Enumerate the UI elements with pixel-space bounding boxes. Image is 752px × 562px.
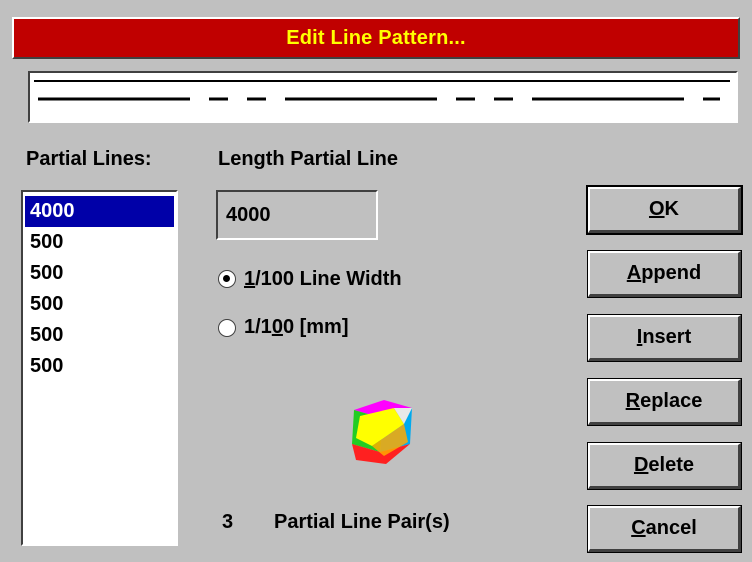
line-pattern-graphic [34, 80, 730, 101]
dialog-title: Edit Line Pattern... [286, 26, 466, 49]
radio-selected-dot [223, 275, 230, 282]
append-button[interactable]: Append [587, 250, 742, 298]
line-width-radio-label[interactable]: 1/100 Line Width [244, 268, 402, 291]
list-item[interactable]: 500 [25, 258, 174, 289]
pair-label: Partial Line Pair(s) [274, 511, 450, 533]
insert-button[interactable]: Insert [587, 314, 742, 362]
list-item[interactable]: 500 [25, 320, 174, 351]
pair-count: 3 [222, 511, 234, 533]
list-item[interactable]: 4000 [25, 196, 174, 227]
partial-lines-label: Partial Lines: [26, 148, 152, 170]
partial-lines-list[interactable]: 4000 500 500 500 500 500 [21, 190, 178, 546]
list-item[interactable]: 500 [25, 289, 174, 320]
button-label: elete [648, 454, 695, 476]
mnemonic: O [648, 198, 665, 220]
button-label: nsert [642, 326, 692, 348]
replace-button[interactable]: Replace [587, 378, 742, 426]
button-label: eplace [640, 390, 703, 412]
edit-line-pattern-dialog: Edit Line Pattern... Partial Lines: Leng… [0, 0, 752, 562]
ok-button[interactable]: OK [586, 185, 743, 235]
list-item[interactable]: 500 [25, 227, 174, 258]
mnemonic: C [631, 517, 646, 539]
cancel-button[interactable]: Cancel [587, 505, 742, 553]
line-width-radio[interactable] [218, 270, 236, 288]
mnemonic: D [633, 454, 649, 476]
label-text: 1/1 [244, 316, 272, 338]
button-label: K [664, 198, 679, 220]
label-text: /100 Line Width [255, 268, 402, 290]
mnemonic: 0 [271, 316, 283, 338]
mnemonic: 1 [244, 268, 256, 290]
title-bar: Edit Line Pattern... [12, 17, 740, 59]
length-partial-line-label: Length Partial Line [218, 148, 399, 170]
label-text: 0 [mm] [282, 316, 349, 338]
list-item[interactable]: 500 [25, 351, 174, 382]
mm-radio-label[interactable]: 1/100 [mm] [244, 316, 349, 339]
button-label: ppend [641, 262, 702, 284]
delete-button[interactable]: Delete [587, 442, 742, 490]
colorful-cube-icon [352, 400, 412, 464]
button-label: ancel [645, 517, 697, 539]
mm-radio[interactable] [218, 319, 236, 337]
line-pattern-preview [28, 71, 738, 123]
length-input[interactable]: 4000 [216, 190, 378, 240]
mnemonic: R [625, 390, 641, 412]
mnemonic: A [626, 262, 642, 284]
